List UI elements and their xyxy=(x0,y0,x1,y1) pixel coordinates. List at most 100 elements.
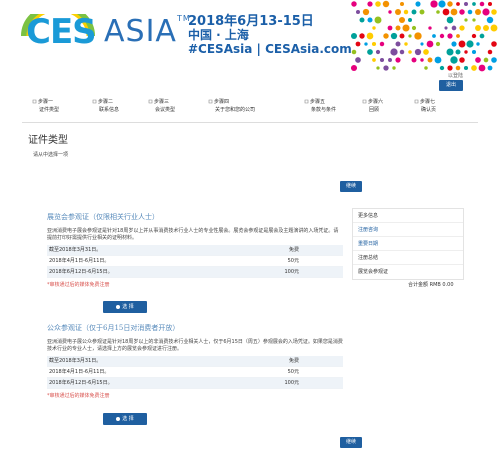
ticket-title: 展览会参观证（仅限相关行业人士） xyxy=(47,213,159,221)
select-public-pass-button[interactable]: 选 择 xyxy=(103,413,147,425)
select-label: 选 择 xyxy=(122,304,134,310)
step-label: 回顾 xyxy=(369,107,380,113)
continue-button-top[interactable]: 继续 xyxy=(340,181,362,192)
step-title: 步骤五 xyxy=(310,99,326,105)
continue-button-bottom[interactable]: 继续 xyxy=(340,437,362,448)
step-label: 关于您和您的公司 xyxy=(215,107,256,113)
mosaic-dot xyxy=(367,49,373,55)
mosaic-dot xyxy=(444,26,448,30)
page-hint: 请从中选择一项 xyxy=(33,152,69,158)
mosaic-dot xyxy=(478,64,486,72)
mosaic-dot xyxy=(359,33,365,39)
price-amount: 100元 xyxy=(284,380,299,386)
mosaic-dot xyxy=(450,8,458,16)
mosaic-dot xyxy=(451,25,457,31)
sidebar-selected-pass: 展览会参观证 xyxy=(358,269,389,275)
event-city: 中国 · 上海 xyxy=(188,28,249,42)
mosaic-dot xyxy=(483,25,489,31)
mosaic-dot xyxy=(395,25,401,31)
step-3[interactable]: 步骤三 会议类型 xyxy=(148,98,175,114)
mosaic-dot xyxy=(395,9,401,15)
select-exhibition-pass-button[interactable]: 选 择 xyxy=(103,301,147,313)
ticket-note: *审核通过后的媒体免费注册 xyxy=(47,282,110,288)
step-icon xyxy=(304,99,309,104)
step-title: 步骤七 xyxy=(420,99,436,105)
mosaic-dot xyxy=(364,42,368,46)
mosaic-dot xyxy=(464,18,468,22)
mosaic-dot xyxy=(459,25,465,31)
mosaic-dot xyxy=(375,49,381,55)
mosaic-dot xyxy=(399,49,405,55)
mosaic-dot xyxy=(479,1,485,7)
mosaic-dot xyxy=(428,26,432,30)
mosaic-dot xyxy=(407,17,413,23)
mosaic-dot xyxy=(379,41,385,47)
step-4[interactable]: 步骤四 关于您和您的公司 xyxy=(208,98,255,114)
step-label: 条款与条件 xyxy=(311,107,337,113)
ticket-title: 公众参观证（仅于6月15日对消费者开放） xyxy=(47,324,180,332)
page-title: 证件类型 xyxy=(28,135,68,146)
mosaic-dot xyxy=(450,56,458,64)
mosaic-dot xyxy=(420,42,424,46)
price-amount: 50元 xyxy=(287,258,299,264)
mosaic-dot xyxy=(419,9,425,15)
sidebar-registration-inquiry[interactable]: 注册咨询 xyxy=(353,223,463,237)
step-5[interactable]: 步骤五 条款与条件 xyxy=(304,98,336,114)
mosaic-dot xyxy=(414,48,422,56)
event-hashtag: #CESAsia | CESAsia.com xyxy=(188,42,352,56)
step-6[interactable]: 步骤六 回顾 xyxy=(362,98,383,114)
ticket-card-exhibition: 展览会参观证（仅限相关行业人士） 亚洲消费电子展会参观证是针对18周岁以上并从事… xyxy=(47,212,343,288)
mosaic-dot xyxy=(472,2,476,6)
divider xyxy=(22,122,478,123)
step-title: 步骤六 xyxy=(368,99,384,105)
price-row: 2018年4月1日-6月11日。 50元 xyxy=(47,367,343,378)
total-amount: 合计金额 RMB 0.00 xyxy=(408,282,454,288)
mosaic-dot xyxy=(436,10,440,14)
mosaic-dot xyxy=(438,0,446,8)
price-period: 截至2018年3月31日。 xyxy=(49,247,102,253)
step-1[interactable]: 步骤一 证件类型 xyxy=(32,98,59,114)
mosaic-dot xyxy=(475,57,481,63)
mosaic-dot xyxy=(372,58,376,62)
mosaic-dot xyxy=(383,65,389,71)
step-label: 联系信息 xyxy=(99,107,120,113)
mosaic-dot xyxy=(390,48,398,56)
mosaic-dot xyxy=(472,18,476,22)
logout-button[interactable]: 退出 xyxy=(439,80,463,91)
mosaic-dot xyxy=(390,32,398,40)
asia-logo-text: ASIATM xyxy=(104,14,191,49)
mosaic-dot xyxy=(402,24,410,32)
mosaic-dot xyxy=(446,48,454,56)
mosaic-dot xyxy=(439,33,445,39)
step-label: 确认页 xyxy=(421,107,437,113)
decorative-dot-mosaic xyxy=(350,0,498,72)
mosaic-dot xyxy=(371,41,377,47)
price-amount: 免费 xyxy=(288,247,299,253)
mosaic-dot xyxy=(447,33,453,39)
radio-icon xyxy=(116,416,121,421)
sidebar-more-info: 更多信息 xyxy=(353,209,463,223)
mosaic-dot xyxy=(471,65,477,71)
mosaic-dot xyxy=(398,16,406,24)
step-7[interactable]: 步骤七 确认页 xyxy=(414,98,436,114)
price-period: 2018年4月1日-6月11日。 xyxy=(49,258,110,264)
sidebar-important-dates[interactable]: 重要日期 xyxy=(353,237,463,251)
mosaic-dot xyxy=(466,40,474,48)
ticket-description: 亚洲消费电子展会参观证是针对18周岁以上并从事消费技术行业人士的专业性展会。展览… xyxy=(47,228,339,241)
mosaic-dot xyxy=(451,41,457,47)
mosaic-dot xyxy=(471,49,477,55)
mosaic-dot xyxy=(375,1,381,7)
mosaic-dot xyxy=(463,65,469,71)
mosaic-dot xyxy=(479,33,485,39)
mosaic-dot xyxy=(383,33,389,39)
mosaic-dot xyxy=(367,1,373,7)
mosaic-dot xyxy=(439,65,445,71)
mosaic-dot xyxy=(415,1,421,7)
mosaic-dot xyxy=(491,9,497,15)
step-icon xyxy=(208,99,213,104)
price-period: 截至2018年3月31日。 xyxy=(49,358,102,364)
mosaic-dot xyxy=(456,2,460,6)
mosaic-dot xyxy=(403,9,409,15)
step-2[interactable]: 步骤二 联系信息 xyxy=(92,98,119,114)
mosaic-dot xyxy=(404,42,408,46)
